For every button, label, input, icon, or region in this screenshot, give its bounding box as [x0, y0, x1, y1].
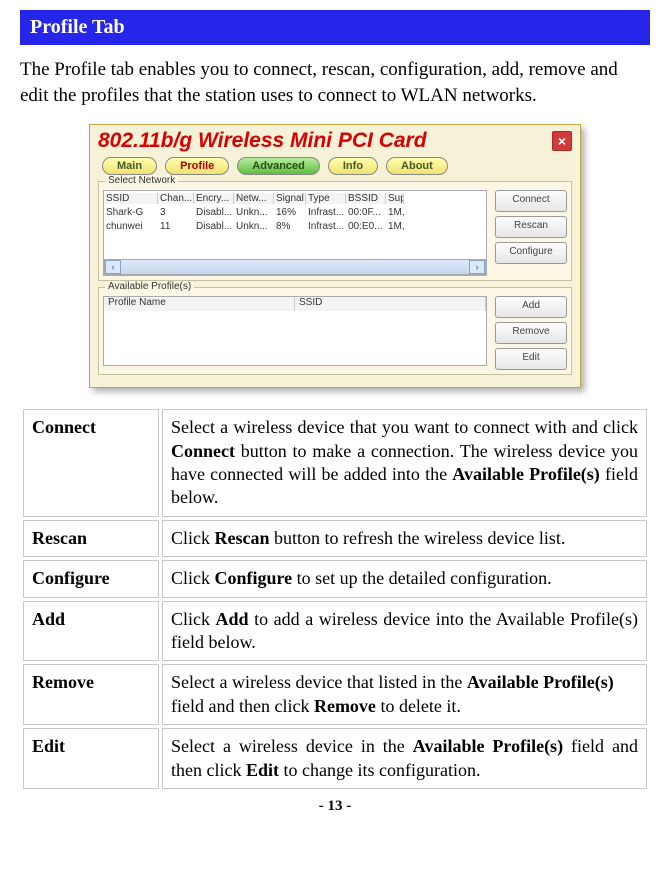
profile-table-header: Profile Name SSID [104, 297, 486, 311]
desc-text: Click Configure to set up the detailed c… [162, 560, 647, 597]
desc-term: Remove [23, 664, 159, 725]
desc-text: Click Add to add a wireless device into … [162, 601, 647, 662]
cell: chunwei [104, 221, 158, 232]
cell: Disabl... [194, 221, 234, 232]
col-bssid: BSSID [346, 193, 386, 204]
cell: 3 [158, 207, 194, 218]
rescan-button[interactable]: Rescan [495, 216, 567, 238]
desc-term: Edit [23, 728, 159, 789]
col-profile-ssid: SSID [295, 297, 486, 311]
remove-button[interactable]: Remove [495, 322, 567, 344]
cell: 1M, [386, 207, 404, 218]
desc-text: Click Rescan button to refresh the wirel… [162, 520, 647, 557]
desc-row-configure: Configure Click Configure to set up the … [23, 560, 647, 597]
table-row[interactable]: Shark-G 3 Disabl... Unkn... 16% Infrast.… [104, 205, 486, 219]
cell: 8% [274, 221, 306, 232]
edit-button[interactable]: Edit [495, 348, 567, 370]
col-chan: Chan... [158, 193, 194, 204]
select-network-label: Select Network [105, 175, 178, 186]
cell: Infrast... [306, 207, 346, 218]
cell: Unkn... [234, 221, 274, 232]
desc-row-rescan: Rescan Click Rescan button to refresh th… [23, 520, 647, 557]
connect-button[interactable]: Connect [495, 190, 567, 212]
description-table: Connect Select a wireless device that yo… [20, 406, 650, 792]
col-encry: Encry... [194, 193, 234, 204]
cell: 11 [158, 221, 194, 232]
tab-main[interactable]: Main [102, 157, 157, 175]
table-row[interactable]: chunwei 11 Disabl... Unkn... 8% Infrast.… [104, 219, 486, 233]
cell: Disabl... [194, 207, 234, 218]
available-profiles-label: Available Profile(s) [105, 281, 194, 292]
desc-row-connect: Connect Select a wireless device that yo… [23, 409, 647, 517]
app-titlebar: 802.11b/g Wireless Mini PCI Card × [90, 125, 580, 153]
col-netw: Netw... [234, 193, 274, 204]
app-title: 802.11b/g Wireless Mini PCI Card [98, 129, 427, 153]
profile-table[interactable]: Profile Name SSID [103, 296, 487, 366]
screenshot-container: 802.11b/g Wireless Mini PCI Card × Main … [20, 124, 650, 388]
desc-term: Add [23, 601, 159, 662]
app-window: 802.11b/g Wireless Mini PCI Card × Main … [89, 124, 581, 388]
tab-info[interactable]: Info [328, 157, 378, 175]
scroll-right-icon[interactable]: › [469, 260, 485, 274]
desc-term: Connect [23, 409, 159, 517]
cell: 00:0F... [346, 207, 386, 218]
configure-button[interactable]: Configure [495, 242, 567, 264]
close-icon[interactable]: × [552, 131, 572, 151]
tab-advanced[interactable]: Advanced [237, 157, 320, 175]
select-network-group: Select Network SSID Chan... Encry... Net… [98, 181, 572, 281]
cell: 1M, [386, 221, 404, 232]
desc-row-add: Add Click Add to add a wireless device i… [23, 601, 647, 662]
desc-text: Select a wireless device in the Availabl… [162, 728, 647, 789]
profile-button-column: Add Remove Edit [495, 296, 567, 370]
page-number: - 13 - [20, 798, 650, 815]
horizontal-scrollbar[interactable]: ‹ › [104, 259, 486, 275]
col-ssid: SSID [104, 193, 158, 204]
intro-paragraph: The Profile tab enables you to connect, … [20, 57, 650, 108]
cell: 00:E0... [346, 221, 386, 232]
cell: Shark-G [104, 207, 158, 218]
network-button-column: Connect Rescan Configure [495, 190, 567, 276]
cell: Unkn... [234, 207, 274, 218]
desc-text: Select a wireless device that listed in … [162, 664, 647, 725]
document-page: Profile Tab The Profile tab enables you … [0, 0, 670, 825]
desc-term: Configure [23, 560, 159, 597]
desc-text: Select a wireless device that you want t… [162, 409, 647, 517]
cell: 16% [274, 207, 306, 218]
available-profiles-group: Available Profile(s) Profile Name SSID A… [98, 287, 572, 375]
tab-about[interactable]: About [386, 157, 448, 175]
col-signal: Signal [274, 193, 306, 204]
col-sup: Sup [386, 193, 404, 204]
section-header: Profile Tab [20, 10, 650, 45]
network-table-header: SSID Chan... Encry... Netw... Signal Typ… [104, 191, 486, 205]
desc-term: Rescan [23, 520, 159, 557]
col-profile-name: Profile Name [104, 297, 295, 311]
cell: Infrast... [306, 221, 346, 232]
add-button[interactable]: Add [495, 296, 567, 318]
scroll-left-icon[interactable]: ‹ [105, 260, 121, 274]
desc-row-remove: Remove Select a wireless device that lis… [23, 664, 647, 725]
desc-row-edit: Edit Select a wireless device in the Ava… [23, 728, 647, 789]
col-type: Type [306, 193, 346, 204]
tab-profile[interactable]: Profile [165, 157, 229, 175]
network-table[interactable]: SSID Chan... Encry... Netw... Signal Typ… [103, 190, 487, 276]
